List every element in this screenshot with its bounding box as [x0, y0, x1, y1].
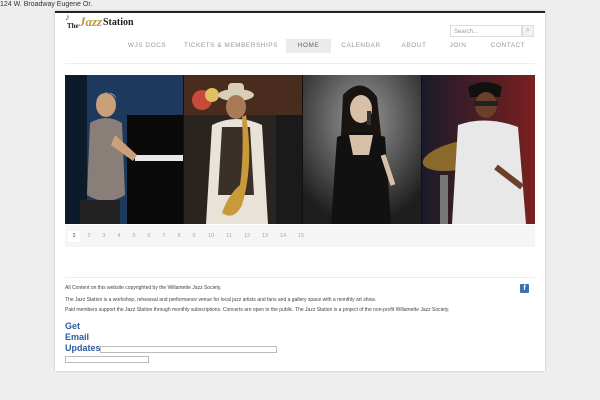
slider-page-11[interactable]: 11: [223, 231, 235, 242]
slider-page-4[interactable]: 4: [113, 231, 125, 242]
nav-divider: [65, 63, 535, 64]
slider-pagination: 1 2 3 4 5 6 7 8 9 10 11 12 13 14 15: [65, 225, 535, 247]
venue-address: 124 W. Broadway Eugene Or.: [0, 1, 93, 8]
slider-page-13[interactable]: 13: [259, 231, 271, 242]
email-updates-line2: Email: [65, 332, 90, 342]
logo-station: Station: [103, 17, 134, 28]
footer-divider: [65, 277, 535, 278]
email-updates-line1: Get: [65, 321, 81, 331]
nav-home[interactable]: HOME: [286, 39, 331, 53]
slider-page-5[interactable]: 5: [128, 231, 140, 242]
page-frame: ♪ The Jazz Station Search... ⌕ WJS DOCS …: [55, 11, 545, 371]
slider-page-7[interactable]: 7: [158, 231, 170, 242]
nav-tickets-memberships[interactable]: TICKETS & MEMBERSHIPS: [181, 39, 281, 53]
footer-copyright: All Content on this website copyrighted …: [65, 285, 222, 291]
slider-page-3[interactable]: 3: [98, 231, 110, 242]
pianist-photo: [65, 75, 183, 224]
site-logo[interactable]: ♪ The Jazz Station: [65, 12, 145, 35]
slider-page-10[interactable]: 10: [205, 231, 217, 242]
slider-page-1[interactable]: 1: [68, 231, 80, 242]
email-updates-line3: Updates: [65, 343, 101, 353]
slider-page-15[interactable]: 15: [295, 231, 307, 242]
email-input[interactable]: [100, 346, 277, 353]
nav-calendar[interactable]: CALENDAR: [336, 39, 386, 53]
facebook-icon[interactable]: f: [520, 284, 529, 293]
slider-page-9[interactable]: 9: [188, 231, 200, 242]
subscribe-field[interactable]: [65, 356, 149, 363]
footer-membership: Paid members support the Jazz Station th…: [65, 307, 450, 313]
singer-photo: [303, 75, 421, 224]
slider-page-14[interactable]: 14: [277, 231, 289, 242]
slider-page-8[interactable]: 8: [173, 231, 185, 242]
footer-description: The Jazz Station is a workshop, rehearsa…: [65, 297, 376, 303]
saxophonist-photo: [184, 75, 302, 224]
drummer-photo: [422, 75, 535, 224]
image-slider[interactable]: [65, 75, 535, 224]
logo-jazz: Jazz: [79, 14, 103, 29]
search-button[interactable]: ⌕: [522, 25, 534, 37]
email-updates-heading[interactable]: Get Email Updates: [65, 321, 101, 354]
slider-page-12[interactable]: 12: [241, 231, 253, 242]
search-icon: ⌕: [526, 27, 530, 34]
nav-contact[interactable]: CONTACT: [483, 39, 533, 53]
nav-wjs-docs[interactable]: WJS DOCS: [125, 39, 169, 53]
music-note-icon: ♪: [65, 12, 70, 22]
nav-about[interactable]: ABOUT: [395, 39, 433, 53]
nav-join[interactable]: JOIN: [443, 39, 473, 53]
slider-page-2[interactable]: 2: [83, 231, 95, 242]
slider-page-6[interactable]: 6: [143, 231, 155, 242]
logo-the: The: [67, 22, 79, 30]
search-input[interactable]: Search...: [450, 25, 522, 37]
